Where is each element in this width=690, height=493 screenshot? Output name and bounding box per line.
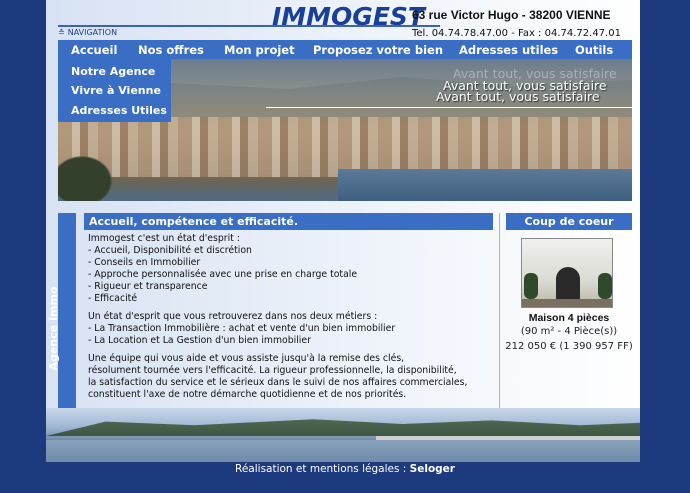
banner-tree — [58, 151, 118, 201]
navigation-label-text: NAVIGATION — [67, 28, 118, 37]
banner-slogan: Avant tout, vous satisfaire — [436, 89, 600, 104]
accueil-dropdown-menu: Notre Agence Vivre à Vienne Adresses Uti… — [58, 59, 171, 122]
content-point: - Approche personnalisée avec une prise … — [88, 269, 358, 280]
menu-item-accueil[interactable]: Accueil — [71, 43, 117, 57]
coup-de-coeur-title: Coup de coeur — [506, 213, 632, 230]
panorama-bridge — [376, 436, 640, 440]
menu-item-outils[interactable]: Outils — [575, 43, 613, 57]
banner-river — [338, 169, 632, 201]
content-body: Immogest c'est un état d'esprit : - Accu… — [88, 233, 498, 407]
coup-de-coeur-name[interactable]: Maison 4 pièces — [506, 312, 632, 324]
content-point: - Efficacité — [88, 293, 138, 304]
dropdown-item-vivre-a-vienne[interactable]: Vivre à Vienne — [71, 84, 161, 97]
content-intro: Immogest c'est un état d'esprit : — [88, 233, 240, 244]
agency-address: 63 rue Victor Hugo - 38200 VIENNE — [412, 8, 611, 22]
bottom-panorama — [46, 408, 640, 462]
footer-seloger-link[interactable]: Seloger — [410, 463, 455, 475]
banner-slogan-underline — [266, 107, 632, 108]
content-closing-line: constituent l'axe de notre démarche quot… — [88, 389, 407, 400]
content-closing-block: Une équipe qui vous aide et vous assiste… — [88, 353, 498, 401]
content-point: - Accueil, Disponibilité et discrétion — [88, 245, 252, 256]
content-metiers-intro: Un état d'esprit que vous retrouverez da… — [88, 311, 378, 322]
content-point: - Conseils en Immobilier — [88, 257, 201, 268]
house-step — [522, 299, 612, 307]
footer: Réalisation et mentions légales : Seloge… — [0, 463, 690, 477]
content-intro-block: Immogest c'est un état d'esprit : - Accu… — [88, 233, 498, 305]
content-closing-line: la satisfaction du service et le sérieux… — [88, 377, 468, 388]
house-door — [556, 267, 580, 299]
chevron-down-icon: ≛ — [58, 28, 65, 37]
banner-rooftops — [58, 117, 632, 177]
panorama-hill — [46, 419, 640, 436]
page: IMMOGEST 63 rue Victor Hugo - 38200 VIEN… — [46, 0, 640, 462]
header-divider — [58, 25, 440, 27]
main-menu: Accueil Nos offres Mon projet Proposez v… — [58, 40, 632, 59]
content-metier: - La Transaction Immobilière : achat et … — [88, 323, 396, 334]
dropdown-item-notre-agence[interactable]: Notre Agence — [71, 65, 155, 78]
content-closing-line: Une équipe qui vous aide et vous assiste… — [88, 353, 405, 364]
menu-item-proposez-votre-bien[interactable]: Proposez votre bien — [313, 43, 443, 57]
menu-item-mon-projet[interactable]: Mon projet — [224, 43, 295, 57]
content-metiers-block: Un état d'esprit que vous retrouverez da… — [88, 311, 498, 347]
phone-fax: Tel. 04.74.78.47.00 - Fax : 04.74.72.47.… — [412, 28, 621, 39]
menu-item-nos-offres[interactable]: Nos offres — [138, 43, 204, 57]
content-closing-line: résolument tournée vers l'efficacité. La… — [88, 365, 457, 376]
content-metier: - La Location et La Gestion d'un bien im… — [88, 335, 311, 346]
house-bush-left — [524, 273, 538, 299]
coup-de-coeur-price: 212 050 € (1 390 957 FF) — [505, 341, 633, 352]
menu-item-adresses-utiles[interactable]: Adresses utiles — [459, 43, 558, 57]
footer-text: Réalisation et mentions légales : — [235, 463, 407, 475]
content-divider — [499, 213, 500, 418]
dropdown-item-adresses-utiles[interactable]: Adresses Utiles — [71, 104, 167, 117]
content-point: - Rigueur et transparence — [88, 281, 208, 292]
coup-de-coeur-photo[interactable] — [521, 238, 613, 308]
house-bush-right — [598, 273, 612, 299]
coup-de-coeur-description: (90 m² - 4 Pièce(s)) — [520, 326, 618, 337]
panorama-water — [46, 440, 640, 462]
side-tab-label: Agence Immo — [47, 286, 60, 371]
content-title: Accueil, compétence et efficacité. — [84, 213, 493, 230]
navigation-label: ≛ NAVIGATION — [58, 28, 117, 37]
